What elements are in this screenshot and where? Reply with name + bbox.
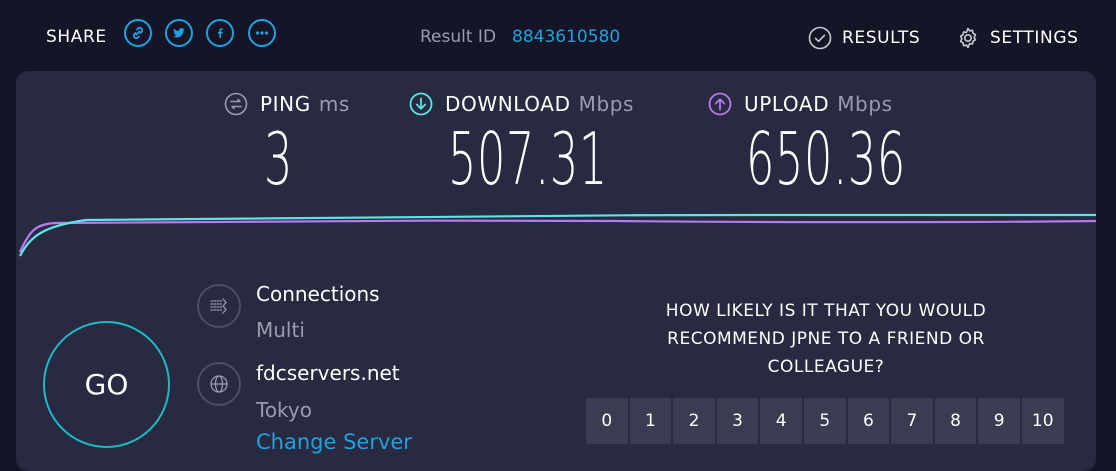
- rating-option-10[interactable]: 10: [1021, 398, 1064, 444]
- upload-graph-line: [18, 219, 1096, 253]
- share-label: SHARE: [46, 27, 107, 47]
- ping-value: 3: [264, 117, 294, 201]
- rating-option-9[interactable]: 9: [978, 398, 1020, 444]
- connections-title: Connections: [256, 282, 380, 306]
- twitter-icon[interactable]: [165, 19, 193, 47]
- ping-icon: [224, 92, 248, 116]
- facebook-icon[interactable]: [206, 19, 234, 47]
- rating-option-3[interactable]: 3: [716, 398, 759, 444]
- server-location: Tokyo: [256, 398, 312, 422]
- rating-option-4[interactable]: 4: [760, 398, 802, 444]
- settings-label: SETTINGS: [990, 28, 1079, 48]
- result-id-label: Result ID: [420, 27, 497, 47]
- more-icon[interactable]: [248, 19, 276, 47]
- check-circle-icon: [808, 26, 832, 50]
- rating-option-8[interactable]: 8: [934, 398, 977, 444]
- rating-option-6[interactable]: 6: [847, 398, 890, 444]
- rating-option-7[interactable]: 7: [891, 398, 933, 444]
- change-server-link[interactable]: Change Server: [256, 430, 412, 454]
- speed-graph: [18, 213, 1096, 257]
- ping-title: PING: [260, 92, 311, 116]
- go-button[interactable]: GO: [43, 321, 170, 448]
- rating-option-5[interactable]: 5: [803, 398, 846, 444]
- upload-label: UPLOAD Mbps: [708, 92, 893, 116]
- download-label: DOWNLOAD Mbps: [409, 92, 634, 116]
- upload-value: 650.36: [746, 117, 906, 201]
- settings-button[interactable]: SETTINGS: [956, 26, 1079, 50]
- connections-value: Multi: [256, 318, 305, 342]
- ping-unit: ms: [318, 92, 350, 116]
- survey-question: HOW LIKELY IS IT THAT YOU WOULD RECOMMEN…: [665, 301, 987, 377]
- result-id-link[interactable]: 8843610580: [512, 27, 620, 47]
- rating-scale: 0 1 2 3 4 5 6 7 8 9 10: [586, 398, 1064, 444]
- server-name: fdcservers.net: [256, 361, 400, 385]
- globe-icon: [197, 362, 241, 406]
- upload-title: UPLOAD: [744, 92, 830, 116]
- download-title: DOWNLOAD: [445, 92, 571, 116]
- download-unit: Mbps: [578, 92, 635, 116]
- rating-option-1[interactable]: 1: [629, 398, 672, 444]
- results-button[interactable]: RESULTS: [808, 26, 920, 50]
- link-icon[interactable]: [124, 19, 152, 47]
- download-value: 507.31: [448, 117, 608, 201]
- upload-arrow-icon: [708, 92, 732, 116]
- download-arrow-icon: [409, 92, 433, 116]
- ping-label: PING ms: [224, 92, 350, 116]
- upload-unit: Mbps: [837, 92, 893, 116]
- rating-option-0[interactable]: 0: [586, 398, 628, 444]
- top-bar: SHARE Result ID 8843610580 RESULTS SETTI…: [0, 0, 1116, 72]
- results-label: RESULTS: [842, 28, 921, 48]
- gear-icon: [959, 27, 977, 49]
- rating-option-2[interactable]: 2: [673, 398, 715, 444]
- connections-icon: [197, 284, 241, 328]
